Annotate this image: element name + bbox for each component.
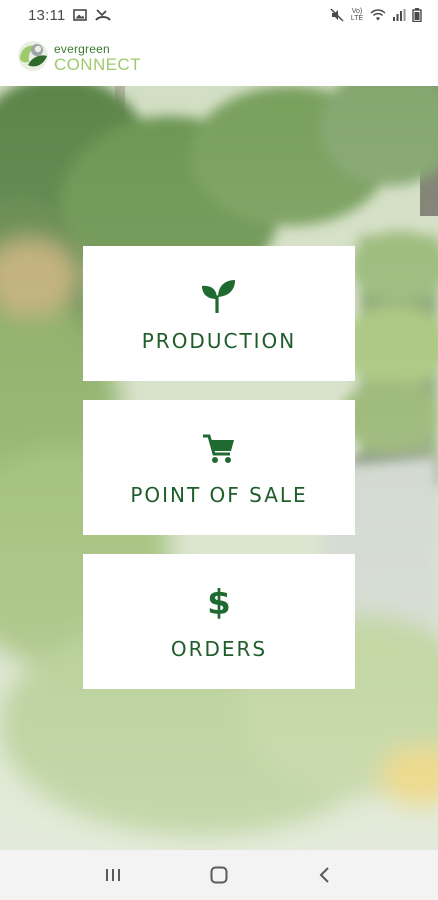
evergreen-connect-logo: evergreen CONNECT bbox=[16, 39, 141, 78]
dollar-icon: $ bbox=[207, 583, 231, 623]
status-time: 13:11 bbox=[28, 6, 66, 24]
app-screen: 13:11 Vo) LTE evergreen CONNECT PRODUCTI… bbox=[0, 0, 438, 900]
production-button[interactable]: PRODUCTION bbox=[83, 246, 355, 381]
gallery-icon bbox=[73, 8, 88, 22]
status-right: Vo) LTE bbox=[330, 8, 422, 22]
main-menu: PRODUCTION POINT OF SALE $ ORDERS bbox=[83, 246, 355, 708]
dollar-glyph: $ bbox=[207, 582, 231, 623]
production-label: PRODUCTION bbox=[141, 328, 297, 353]
point-of-sale-label: POINT OF SALE bbox=[130, 482, 308, 507]
volte-icon: Vo) LTE bbox=[350, 8, 364, 22]
status-bar: 13:11 Vo) LTE bbox=[0, 0, 438, 30]
status-left: 13:11 bbox=[28, 6, 112, 24]
mute-icon bbox=[330, 8, 344, 22]
signal-icon bbox=[392, 8, 406, 22]
home-icon[interactable] bbox=[199, 855, 239, 895]
recent-apps-icon[interactable] bbox=[93, 855, 133, 895]
leaf-logo-icon bbox=[16, 39, 50, 78]
point-of-sale-button[interactable]: POINT OF SALE bbox=[83, 400, 355, 535]
logo-line-connect: CONNECT bbox=[54, 55, 141, 74]
orders-button[interactable]: $ ORDERS bbox=[83, 554, 355, 689]
orders-label: ORDERS bbox=[170, 636, 268, 661]
navigation-bar bbox=[0, 850, 438, 900]
missed-call-icon bbox=[95, 8, 112, 22]
wifi-icon bbox=[370, 8, 386, 22]
logo-line-evergreen: evergreen bbox=[54, 42, 110, 56]
app-header: evergreen CONNECT bbox=[0, 30, 438, 86]
battery-icon bbox=[412, 8, 422, 22]
logo-text: evergreen CONNECT bbox=[54, 43, 141, 73]
sprout-icon bbox=[199, 275, 239, 315]
cart-icon bbox=[201, 429, 237, 469]
back-icon[interactable] bbox=[305, 855, 345, 895]
